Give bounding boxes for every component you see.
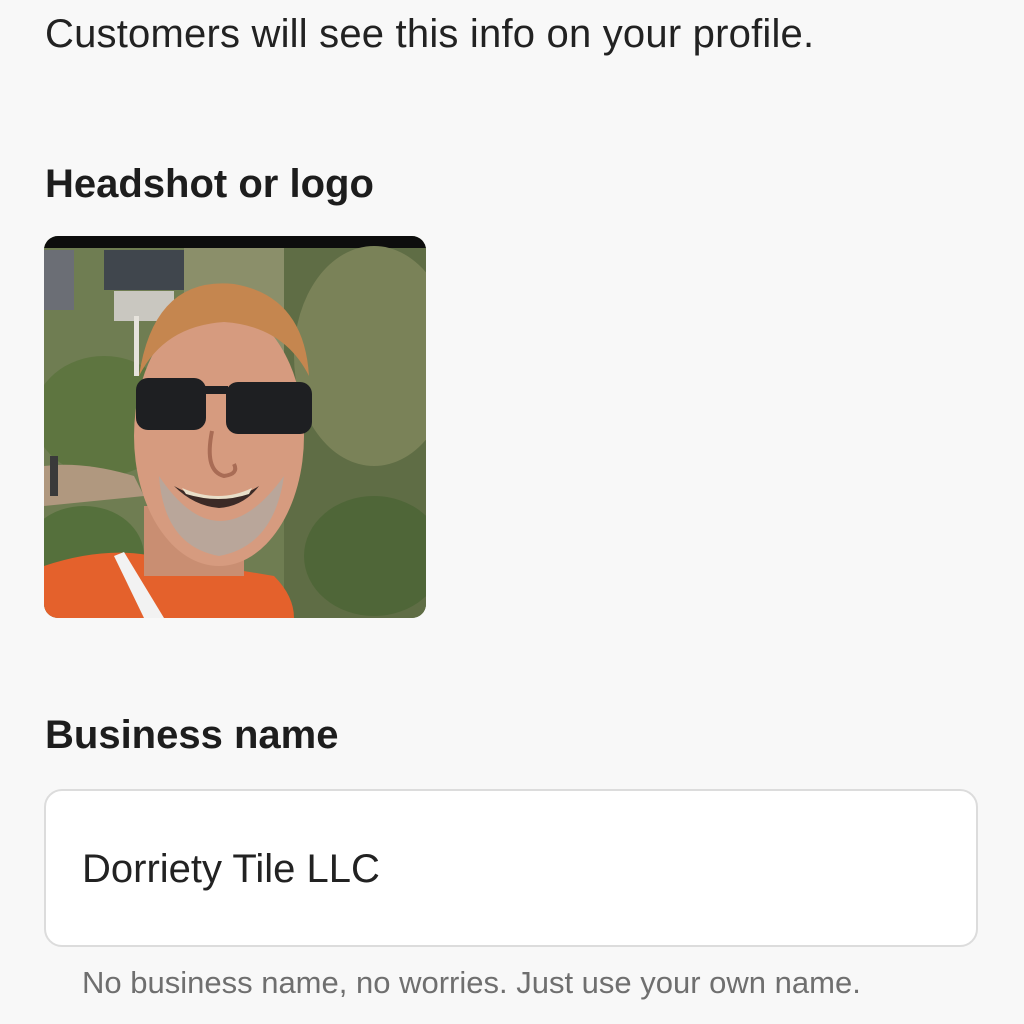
business-name-input[interactable] xyxy=(82,841,922,897)
headshot-label: Headshot or logo xyxy=(45,162,374,206)
business-name-label: Business name xyxy=(45,713,339,757)
headshot-photo[interactable] xyxy=(44,236,426,618)
intro-text: Customers will see this info on your pro… xyxy=(45,12,815,56)
business-name-helper-text: No business name, no worries. Just use y… xyxy=(82,965,861,1000)
headshot-image xyxy=(44,236,426,618)
profile-info-page: Customers will see this info on your pro… xyxy=(0,0,1024,1024)
business-name-field[interactable] xyxy=(44,789,978,947)
